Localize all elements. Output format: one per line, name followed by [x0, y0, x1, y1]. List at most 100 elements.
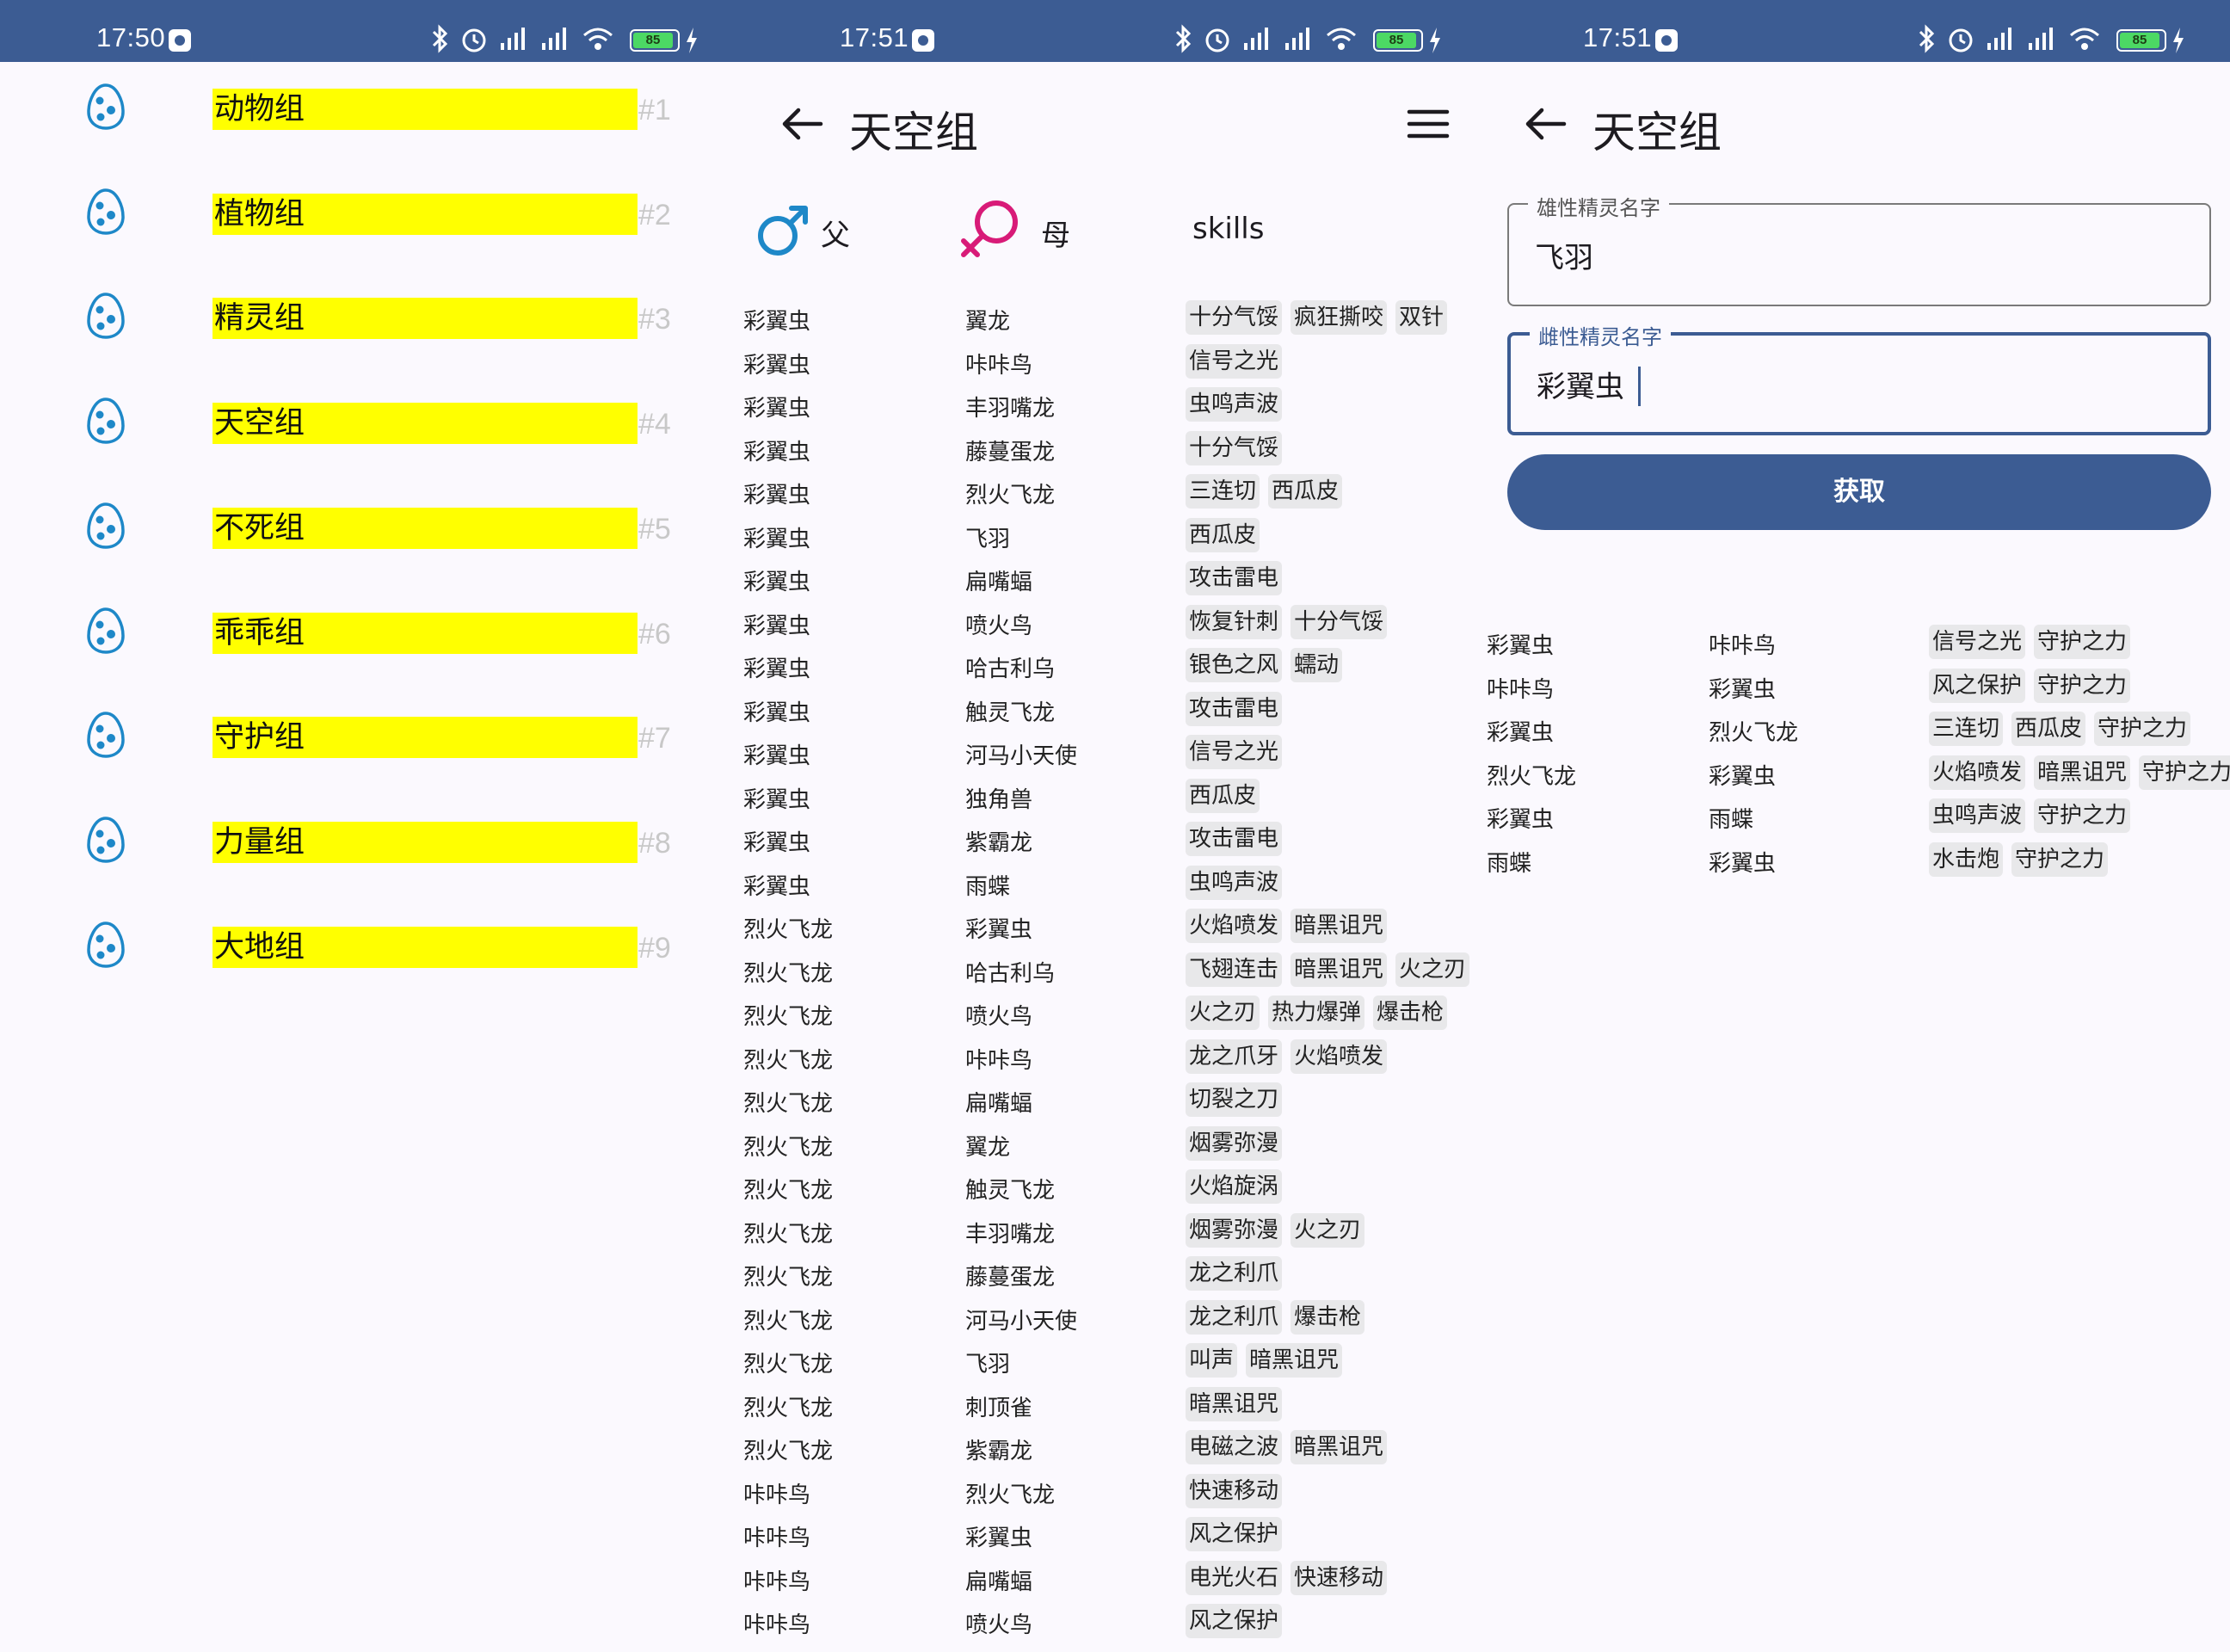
mother-cell: 触灵飞龙 [965, 700, 1056, 726]
father-cell: 彩翼虫 [743, 352, 811, 379]
alarm-icon [1205, 28, 1229, 52]
skills-column-header: skills [1184, 198, 1442, 267]
father-cell: 彩翼虫 [743, 309, 811, 335]
group-name: 力量组 [213, 821, 638, 863]
group-detail-screen: 17:51 85 天空组 父 母 skills 彩翼虫 翼龙 十分气馁 疯狂撕咬 双针彩… [743, 0, 1487, 1652]
table-row: 彩翼虫 雨蝶 虫鸣声波 [743, 862, 1487, 905]
skill-chip: 暗黑诅咒 [1186, 1386, 1283, 1421]
group-list-item[interactable]: 力量组 #8 [0, 793, 743, 898]
mother-cell: 扁嘴蝠 [965, 1569, 1033, 1595]
group-number: #5 [638, 512, 671, 546]
settings-notification-icon [1655, 29, 1678, 52]
alarm-icon [1949, 28, 1973, 52]
group-list-item[interactable]: 动物组 #1 [0, 60, 743, 165]
father-cell: 咔咔鸟 [743, 1526, 811, 1551]
skills-cell: 龙之利爪 爆击枪 [1186, 1299, 1373, 1335]
group-name: 乖乖组 [213, 612, 638, 654]
group-list-item[interactable]: 乖乖组 #6 [0, 584, 743, 689]
skills-cell: 虫鸣声波 守护之力 [1929, 798, 2139, 833]
status-time: 17:50 [96, 22, 166, 52]
result-row: 彩翼虫 烈火飞龙 三连切 西瓜皮 守护之力 [1487, 708, 2230, 751]
result-row: 烈火飞龙 彩翼虫 火焰喷发 暗黑诅咒 守护之力 [1487, 752, 2230, 795]
group-list-item[interactable]: 精灵组 #3 [0, 269, 743, 374]
father-cell: 咔咔鸟 [743, 1569, 811, 1595]
father-cell: 咔咔鸟 [1487, 676, 1555, 703]
bluetooth-icon [1175, 24, 1192, 53]
back-arrow-icon[interactable] [778, 103, 826, 145]
skill-chip: 暗黑诅咒 [1246, 1343, 1343, 1378]
father-cell: 咔咔鸟 [743, 1612, 811, 1638]
skill-chip: 西瓜皮 [1186, 778, 1260, 813]
mother-cell: 丰羽嘴龙 [965, 1221, 1056, 1248]
male-name-input[interactable] [1535, 237, 2171, 272]
mother-cell: 哈古利乌 [965, 960, 1056, 987]
skill-chip: 攻击雷电 [1186, 691, 1283, 726]
group-name: 不死组 [213, 507, 638, 549]
back-arrow-icon[interactable] [1521, 103, 1569, 145]
skills-cell: 攻击雷电 [1186, 822, 1291, 856]
father-cell: 彩翼虫 [743, 396, 811, 422]
group-number: #9 [638, 931, 671, 965]
mother-cell: 烈火飞龙 [965, 483, 1056, 509]
egg-icon [87, 921, 125, 968]
group-number: #7 [638, 722, 671, 755]
skills-cell: 银色之风 蠕动 [1186, 648, 1351, 682]
skills-cell: 火焰喷发 暗黑诅咒 守护之力 [1929, 755, 2230, 790]
group-name: 动物组 [213, 89, 638, 130]
group-name: 植物组 [213, 193, 638, 235]
mother-cell: 刺顶雀 [965, 1395, 1033, 1421]
skill-chip: 疯狂撕咬 [1291, 300, 1388, 335]
group-name: 大地组 [213, 926, 638, 968]
table-row: 咔咔鸟 彩翼虫 风之保护 [743, 1513, 1487, 1556]
skill-chip: 攻击雷电 [1186, 822, 1283, 856]
female-name-field[interactable]: 雌性精灵名字 [1507, 320, 2211, 435]
page-title: 天空组 [1592, 108, 1722, 157]
male-name-field[interactable]: 雄性精灵名字 [1507, 191, 2211, 306]
mother-cell: 彩翼虫 [965, 917, 1033, 943]
group-list-item[interactable]: 大地组 #9 [0, 898, 743, 1003]
charging-icon [2173, 28, 2184, 53]
page-title: 天空组 [849, 108, 978, 157]
skill-chip: 银色之风 [1186, 648, 1283, 682]
signal-icon [542, 28, 566, 50]
egg-icon [87, 398, 125, 444]
group-number: #1 [638, 94, 671, 126]
group-list-item[interactable]: 天空组 #4 [0, 374, 743, 479]
status-bar: 17:51 85 [743, 0, 1487, 62]
result-row: 彩翼虫 雨蝶 虫鸣声波 守护之力 [1487, 795, 2230, 838]
group-list-item[interactable]: 植物组 #2 [0, 165, 743, 270]
group-name: 天空组 [213, 403, 638, 445]
group-list-item[interactable]: 不死组 #5 [0, 479, 743, 584]
father-cell: 彩翼虫 [743, 656, 811, 682]
female-name-input[interactable] [1537, 367, 2173, 401]
egg-icon [87, 607, 125, 654]
skill-chip: 暗黑诅咒 [1291, 909, 1388, 943]
skills-cell: 十分气馁 疯狂撕咬 双针 [1186, 300, 1456, 335]
skill-chip: 虫鸣声波 [1929, 798, 2026, 833]
mother-cell: 喷火鸟 [965, 1004, 1033, 1030]
table-row: 彩翼虫 喷火鸟 恢复针刺 十分气馁 [743, 601, 1487, 644]
mother-cell: 雨蝶 [965, 873, 1011, 900]
skill-chip: 龙之利爪 [1186, 1299, 1283, 1335]
skill-chip: 蠕动 [1291, 648, 1343, 682]
skills-cell: 攻击雷电 [1186, 691, 1291, 726]
father-cell: 彩翼虫 [743, 786, 811, 813]
egg-icon [87, 293, 125, 340]
bluetooth-icon [432, 24, 448, 53]
hamburger-menu-icon[interactable] [1406, 107, 1451, 141]
mother-cell: 彩翼虫 [1709, 676, 1777, 703]
groups-screen: 17:50 85 动物组 #1 植物组 #2 精灵组 #3 天空组 #4 不死组 #5 乖乖组 #6 守… [0, 0, 743, 1652]
skills-cell: 电磁之波 暗黑诅咒 [1186, 1430, 1395, 1464]
father-cell: 彩翼虫 [743, 743, 811, 769]
fetch-button[interactable]: 获取 [1507, 454, 2211, 530]
table-row: 烈火飞龙 飞羽 叫声 暗黑诅咒 [743, 1340, 1487, 1383]
text-cursor [1638, 367, 1641, 406]
father-cell: 烈火飞龙 [743, 1134, 834, 1161]
table-row: 烈火飞龙 河马小天使 龙之利爪 爆击枪 [743, 1297, 1487, 1340]
group-list-item[interactable]: 守护组 #7 [0, 688, 743, 793]
skills-cell: 西瓜皮 [1186, 778, 1268, 813]
mother-cell: 紫霸龙 [965, 830, 1033, 856]
skills-cell: 信号之光 守护之力 [1929, 625, 2139, 659]
skill-chip: 火之刃 [1186, 996, 1260, 1030]
father-cell: 彩翼虫 [743, 483, 811, 509]
